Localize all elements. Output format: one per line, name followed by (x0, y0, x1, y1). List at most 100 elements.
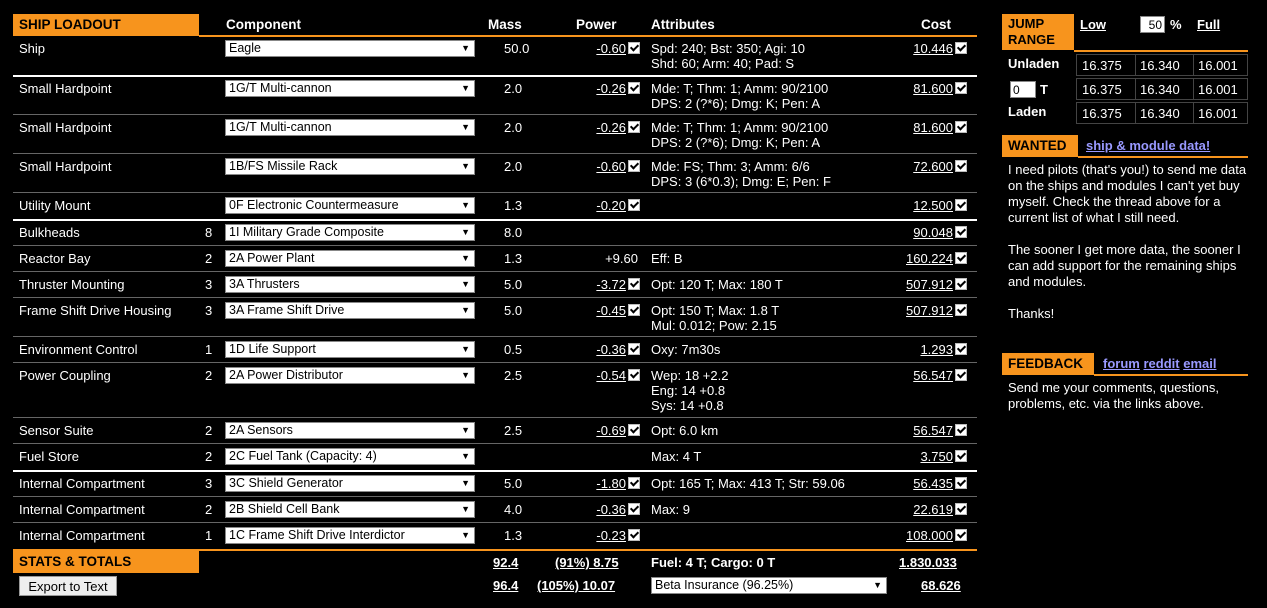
cost-checkbox[interactable] (955, 503, 967, 515)
mass-value: 2.0 (504, 120, 523, 135)
cost-checkbox[interactable] (955, 42, 967, 54)
power-checkbox[interactable] (628, 160, 640, 172)
component-select[interactable]: 1I Military Grade Composite ▼ (225, 224, 475, 241)
mass-value: 5.0 (504, 303, 523, 318)
cost-checkbox[interactable] (955, 343, 967, 355)
reddit-link[interactable]: reddit (1143, 356, 1179, 371)
power-value: -3.72 (588, 277, 640, 292)
attr-line-1: Mde: T; Thm: 1; Amm: 90/2100 (651, 81, 829, 96)
slot-size: 2 (205, 423, 213, 438)
component-value: 2C Fuel Tank (Capacity: 4) (229, 449, 377, 463)
slot-size: 2 (205, 368, 213, 383)
component-value: 0F Electronic Countermeasure (229, 198, 399, 212)
power-checkbox[interactable] (628, 343, 640, 355)
insurance-select[interactable]: Beta Insurance (96.25%) ▼ (651, 577, 887, 594)
attr-line-1: Opt: 6.0 km (651, 423, 719, 438)
attributes-header: Attributes (651, 17, 715, 32)
cost-checkbox[interactable] (955, 529, 967, 541)
feedback-header: FEEDBACK (1002, 353, 1094, 375)
attributes: Opt: 150 T; Max: 1.8 T Mul: 0.012; Pow: … (651, 303, 779, 333)
power-checkbox[interactable] (628, 503, 640, 515)
cost-value: 56.547 (899, 368, 967, 383)
email-link[interactable]: email (1183, 356, 1216, 371)
chevron-down-icon: ▼ (461, 451, 470, 461)
component-select[interactable]: 1G/T Multi-cannon ▼ (225, 80, 475, 97)
slot-size: 2 (205, 502, 213, 517)
component-select[interactable]: Eagle ▼ (225, 40, 475, 57)
attr-line-1: Oxy: 7m30s (651, 342, 721, 357)
attributes: Opt: 6.0 km (651, 423, 718, 438)
mass-value: 5.0 (504, 277, 523, 292)
cost-checkbox[interactable] (955, 369, 967, 381)
chevron-down-icon: ▼ (461, 478, 470, 488)
slot-label: Internal Compartment (19, 502, 145, 517)
component-select[interactable]: 3C Shield Generator ▼ (225, 475, 475, 492)
forum-link[interactable]: forum (1103, 356, 1140, 371)
component-select[interactable]: 2A Sensors ▼ (225, 422, 475, 439)
cost-checkbox[interactable] (955, 477, 967, 489)
full-label: Full (1197, 17, 1221, 32)
component-select[interactable]: 1G/T Multi-cannon ▼ (225, 119, 475, 136)
mass-value: 1.3 (504, 198, 523, 213)
chevron-down-icon: ▼ (873, 580, 882, 590)
cost-checkbox[interactable] (955, 199, 967, 211)
component-select[interactable]: 2B Shield Cell Bank ▼ (225, 501, 475, 518)
cost-checkbox[interactable] (955, 304, 967, 316)
component-select[interactable]: 0F Electronic Countermeasure ▼ (225, 197, 475, 214)
cost-number: 10.446 (913, 41, 953, 56)
component-select[interactable]: 1B/FS Missile Rack ▼ (225, 158, 475, 175)
component-select[interactable]: 2A Power Distributor ▼ (225, 367, 475, 384)
jump-full: 16.001 (1198, 106, 1238, 121)
power-checkbox[interactable] (628, 304, 640, 316)
cost-checkbox[interactable] (955, 226, 967, 238)
cost-checkbox[interactable] (955, 160, 967, 172)
cost-checkbox[interactable] (955, 450, 967, 462)
component-select[interactable]: 1D Life Support ▼ (225, 341, 475, 358)
attributes: Oxy: 7m30s (651, 342, 720, 357)
jump-full: 16.001 (1198, 58, 1238, 73)
slot-size: 1 (205, 528, 213, 543)
percent-input[interactable]: 50 (1140, 16, 1165, 33)
power-checkbox[interactable] (628, 278, 640, 290)
cost-checkbox[interactable] (955, 424, 967, 436)
cost-number: 56.547 (913, 423, 953, 438)
cargo-input[interactable]: 0 (1010, 81, 1036, 98)
cost-checkbox[interactable] (955, 121, 967, 133)
power-checkbox[interactable] (628, 121, 640, 133)
cost-checkbox[interactable] (955, 252, 967, 264)
attr-line-3: Sys: 14 +0.8 (651, 398, 724, 413)
power-checkbox[interactable] (628, 529, 640, 541)
cost-number: 81.600 (913, 81, 953, 96)
cost-checkbox[interactable] (955, 278, 967, 290)
component-select[interactable]: 3A Thrusters ▼ (225, 276, 475, 293)
power-checkbox[interactable] (628, 199, 640, 211)
power-checkbox[interactable] (628, 42, 640, 54)
component-value: 3A Thrusters (229, 277, 300, 291)
attr-line-2: DPS: 3 (6*0.3); Dmg: E; Pen: F (651, 174, 831, 189)
power-checkbox[interactable] (628, 424, 640, 436)
cost-value: 507.912 (899, 277, 967, 292)
slot-label: Ship (19, 41, 46, 56)
power-number: -0.60 (596, 159, 626, 174)
power-checkbox[interactable] (628, 82, 640, 94)
slot-size: 3 (205, 476, 213, 491)
ship-module-data-link-text[interactable]: ship & module data! (1086, 138, 1210, 153)
power-checkbox[interactable] (628, 369, 640, 381)
component-select[interactable]: 2A Power Plant ▼ (225, 250, 475, 267)
ship-module-data-link[interactable]: ship & module data! (1086, 138, 1210, 153)
power-checkbox[interactable] (628, 477, 640, 489)
component-select[interactable]: 2C Fuel Tank (Capacity: 4) ▼ (225, 448, 475, 465)
power-number: +9.60 (605, 251, 638, 266)
total-mass: 92.4 (493, 555, 519, 570)
slot-label: Sensor Suite (19, 423, 94, 438)
cost-checkbox[interactable] (955, 82, 967, 94)
chevron-down-icon: ▼ (461, 344, 470, 354)
chevron-down-icon: ▼ (461, 305, 470, 315)
component-select[interactable]: 3A Frame Shift Drive ▼ (225, 302, 475, 319)
component-value: 1B/FS Missile Rack (229, 159, 338, 173)
export-button[interactable]: Export to Text (19, 576, 117, 596)
power-value: -0.20 (588, 198, 640, 213)
component-select[interactable]: 1C Frame Shift Drive Interdictor ▼ (225, 527, 475, 544)
low-label: Low (1080, 17, 1106, 32)
jump-mid: 16.340 (1140, 106, 1180, 121)
